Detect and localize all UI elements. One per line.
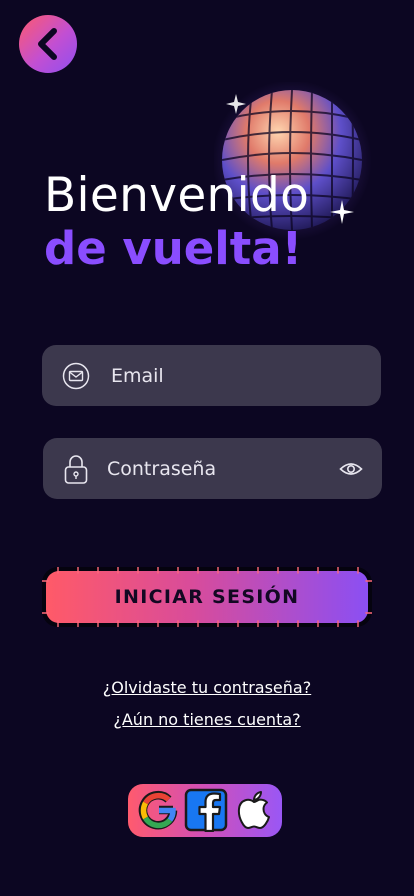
back-button[interactable] (19, 15, 77, 73)
login-button-frame: INICIAR SESIÓN (42, 567, 372, 627)
login-button[interactable]: INICIAR SESIÓN (46, 571, 368, 623)
google-icon[interactable] (136, 788, 180, 832)
register-link[interactable]: ¿Aún no tienes cuenta? (0, 710, 414, 729)
title-line-2: de vuelta! (44, 222, 303, 275)
apple-icon[interactable] (232, 788, 276, 832)
email-input[interactable] (111, 364, 321, 387)
eye-icon[interactable] (339, 461, 363, 477)
password-field[interactable] (43, 438, 382, 499)
facebook-icon[interactable] (184, 788, 228, 832)
lock-icon (64, 454, 88, 484)
password-input[interactable] (107, 457, 317, 480)
social-login-bar (128, 784, 282, 837)
chevron-left-icon (38, 28, 57, 60)
forgot-password-link[interactable]: ¿Olvidaste tu contraseña? (0, 678, 414, 697)
welcome-title: Bienvenido de vuelta! (44, 168, 309, 274)
title-line-1: Bienvenido (44, 168, 310, 223)
email-field[interactable] (42, 345, 381, 406)
login-button-label: INICIAR SESIÓN (114, 586, 300, 608)
mail-icon (62, 362, 90, 389)
